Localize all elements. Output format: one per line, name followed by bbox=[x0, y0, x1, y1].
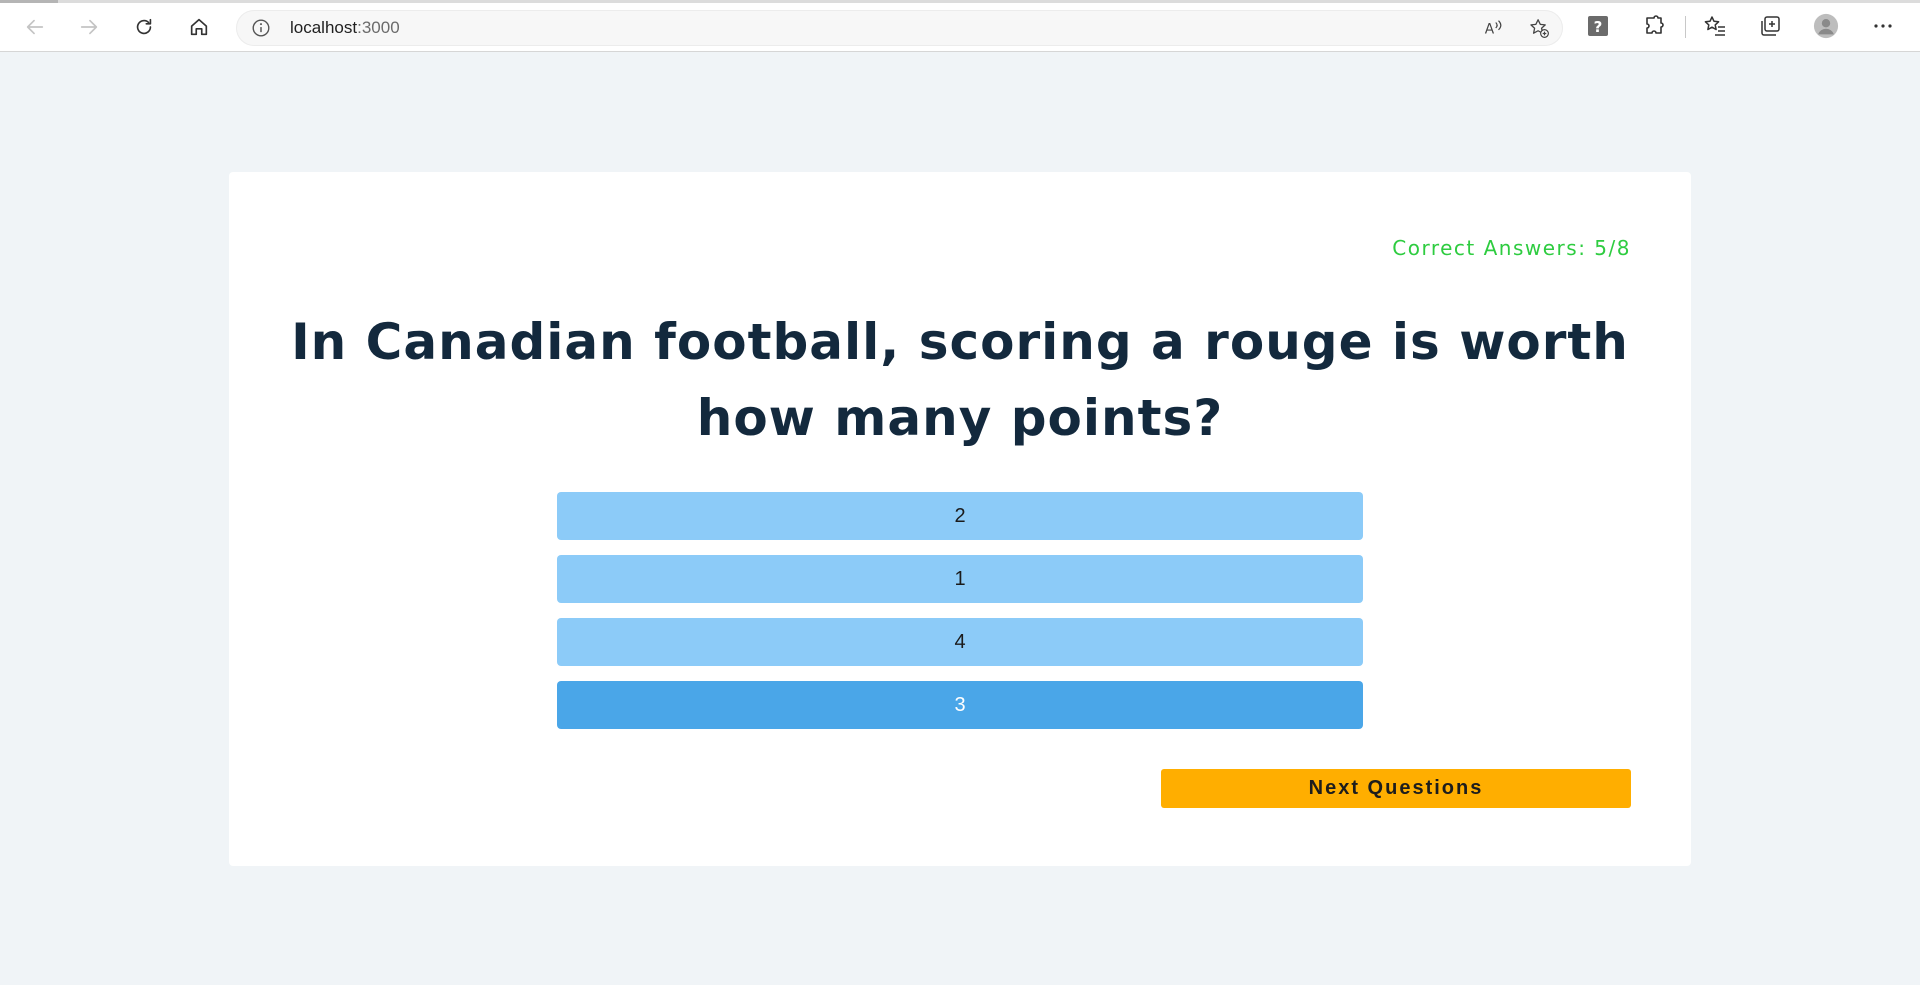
address-bar[interactable]: localhost:3000 A bbox=[236, 10, 1563, 46]
answer-option[interactable]: 2 bbox=[557, 492, 1363, 540]
answer-option[interactable]: 4 bbox=[557, 618, 1363, 666]
quiz-card: Correct Answers: 5/8 In Canadian footbal… bbox=[229, 172, 1691, 866]
answer-list: 2 1 4 3 bbox=[557, 492, 1363, 744]
question-text: In Canadian football, scoring a rouge is… bbox=[291, 313, 1629, 447]
add-favorite-icon[interactable] bbox=[1528, 17, 1550, 39]
collections-icon bbox=[1761, 16, 1780, 36]
svg-text:?: ? bbox=[1594, 18, 1603, 36]
active-tab-indicator[interactable] bbox=[0, 0, 58, 3]
favorites-button[interactable] bbox=[1702, 13, 1728, 39]
help-extension-icon: ? bbox=[1588, 16, 1608, 36]
info-icon[interactable] bbox=[250, 17, 272, 39]
forward-arrow-icon bbox=[80, 19, 98, 35]
more-menu-button[interactable] bbox=[1870, 13, 1896, 39]
collections-button[interactable] bbox=[1757, 13, 1783, 39]
puzzle-icon bbox=[1646, 15, 1664, 34]
read-aloud-icon[interactable]: A bbox=[1482, 17, 1504, 39]
answer-option-selected[interactable]: 3 bbox=[557, 681, 1363, 729]
url-port: :3000 bbox=[357, 18, 400, 37]
answer-option[interactable]: 1 bbox=[557, 555, 1363, 603]
favorites-list-icon bbox=[1704, 16, 1725, 36]
toolbar-divider bbox=[1685, 16, 1686, 38]
extensions-button[interactable] bbox=[1641, 13, 1667, 39]
home-icon bbox=[190, 18, 208, 36]
home-button[interactable] bbox=[184, 12, 214, 42]
next-question-button[interactable]: Next Questions bbox=[1161, 769, 1631, 808]
profile-button[interactable] bbox=[1813, 13, 1839, 39]
url-host: localhost bbox=[290, 18, 358, 37]
browser-toolbar: localhost:3000 A ? bbox=[0, 0, 1920, 52]
refresh-icon bbox=[136, 18, 152, 35]
back-arrow-icon bbox=[26, 19, 44, 35]
more-menu-icon bbox=[1874, 24, 1892, 28]
refresh-button[interactable] bbox=[129, 12, 159, 42]
help-extension-button[interactable]: ? bbox=[1585, 13, 1611, 39]
url-text[interactable]: localhost:3000 bbox=[290, 10, 400, 46]
correct-answers-score: Correct Answers: 5/8 bbox=[1392, 236, 1631, 260]
forward-button[interactable] bbox=[74, 12, 104, 42]
tab-strip bbox=[0, 0, 1920, 3]
svg-text:A: A bbox=[1485, 22, 1495, 38]
back-button[interactable] bbox=[20, 12, 50, 42]
profile-avatar-icon bbox=[1813, 13, 1839, 39]
